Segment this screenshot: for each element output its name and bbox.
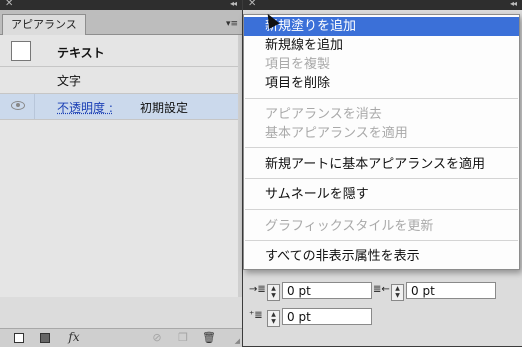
- menu-separator: [245, 147, 518, 148]
- left-indent-field[interactable]: 0 pt: [282, 282, 372, 299]
- left-indent-control: →≣ ▲ ▼ 0 pt: [249, 282, 379, 301]
- eye-icon: [11, 101, 25, 110]
- left-indent-stepper[interactable]: ▲ ▼: [267, 284, 280, 301]
- menu-item-duplicate-item[interactable]: 項目を複製: [244, 55, 519, 74]
- duplicate-item-icon[interactable]: ❐: [176, 331, 190, 344]
- resize-grip-icon[interactable]: ◢: [235, 337, 240, 345]
- appearance-flyout-menu: 新規塗りを追加 新規線を追加 項目を複製 項目を削除 アピアランスを消去 基本ア…: [243, 14, 520, 270]
- close-icon[interactable]: ✕: [248, 0, 256, 10]
- clear-appearance-icon[interactable]: ⊘: [150, 331, 164, 344]
- menu-item-clear-appearance[interactable]: アピアランスを消去: [244, 105, 519, 124]
- opacity-row[interactable]: 不透明度 : 初期設定: [0, 94, 238, 120]
- add-effect-button[interactable]: fx: [64, 331, 84, 344]
- fx-icon: fx: [68, 330, 80, 344]
- object-row[interactable]: テキスト: [0, 35, 238, 67]
- menu-separator: [245, 240, 518, 241]
- trash-icon[interactable]: 🗑: [202, 331, 216, 344]
- menu-item-hide-thumbnail[interactable]: サムネールを隠す: [244, 185, 519, 204]
- menu-separator: [245, 178, 518, 179]
- visibility-toggle[interactable]: [0, 94, 35, 119]
- first-line-indent-icon: ⁺≣: [249, 310, 263, 321]
- right-indent-stepper[interactable]: ▲ ▼: [391, 284, 404, 301]
- fill-square-icon: [40, 333, 50, 343]
- character-row[interactable]: 文字: [0, 67, 238, 94]
- right-indent-field[interactable]: 0 pt: [406, 282, 496, 299]
- close-icon[interactable]: ✕: [5, 0, 13, 10]
- panel-tabbar: アピアランス ▾≡: [0, 10, 242, 35]
- appearance-list: テキスト 文字 不透明度 : 初期設定: [0, 35, 239, 297]
- indent-controls: →≣ ▲ ▼ 0 pt ≣← ▲ ▼ 0 pt ⁺≣ ▲ ▼ 0 pt: [249, 270, 517, 340]
- left-indent-icon: →≣: [249, 284, 266, 295]
- panel-footer: fx ⊘ ❐ 🗑 ◢: [0, 328, 242, 347]
- menu-item-reduce-to-basic-appearance[interactable]: 基本アピアランスを適用: [244, 124, 519, 143]
- menu-item-new-art-basic-appearance[interactable]: 新規アートに基本アピアランスを適用: [244, 155, 519, 174]
- menu-item-add-new-fill[interactable]: 新規塗りを追加: [244, 17, 519, 36]
- collapse-icon[interactable]: ◂◂: [510, 0, 517, 10]
- first-line-indent-stepper[interactable]: ▲ ▼: [267, 310, 280, 327]
- opacity-link[interactable]: 不透明度 :: [57, 99, 113, 116]
- first-line-indent-control: ⁺≣ ▲ ▼ 0 pt: [249, 308, 379, 327]
- character-label: 文字: [57, 74, 82, 88]
- menu-item-remove-item[interactable]: 項目を削除: [244, 74, 519, 93]
- add-stroke-button[interactable]: [12, 331, 26, 344]
- scrollbar[interactable]: [238, 35, 242, 297]
- right-indent-icon: ≣←: [373, 284, 390, 295]
- opacity-value: 初期設定: [140, 101, 189, 115]
- add-fill-button[interactable]: [38, 331, 52, 344]
- menu-separator: [245, 209, 518, 210]
- collapse-icon[interactable]: ◂◂: [230, 0, 237, 10]
- stroke-square-icon: [14, 333, 24, 343]
- tab-appearance[interactable]: アピアランス: [2, 14, 86, 35]
- object-thumbnail: [11, 41, 31, 61]
- panel-titlebar: ✕ ◂◂: [243, 0, 522, 10]
- menu-item-show-all-hidden-attributes[interactable]: すべての非表示属性を表示: [244, 247, 519, 266]
- object-name: テキスト: [57, 46, 105, 60]
- panel-titlebar: ✕ ◂◂: [0, 0, 242, 10]
- panel-menu-icon[interactable]: ▾≡: [226, 17, 240, 31]
- menu-item-add-new-stroke[interactable]: 新規線を追加: [244, 36, 519, 55]
- first-line-indent-field[interactable]: 0 pt: [282, 308, 372, 325]
- menu-item-redefine-graphic-style[interactable]: グラフィックスタイルを更新: [244, 217, 519, 236]
- right-indent-control: ≣← ▲ ▼ 0 pt: [373, 282, 503, 301]
- menu-separator: [245, 98, 518, 99]
- appearance-panel: ✕ ◂◂ アピアランス ▾≡ テキスト 文字 不透明度 : 初期設定 fx ⊘ …: [0, 0, 242, 347]
